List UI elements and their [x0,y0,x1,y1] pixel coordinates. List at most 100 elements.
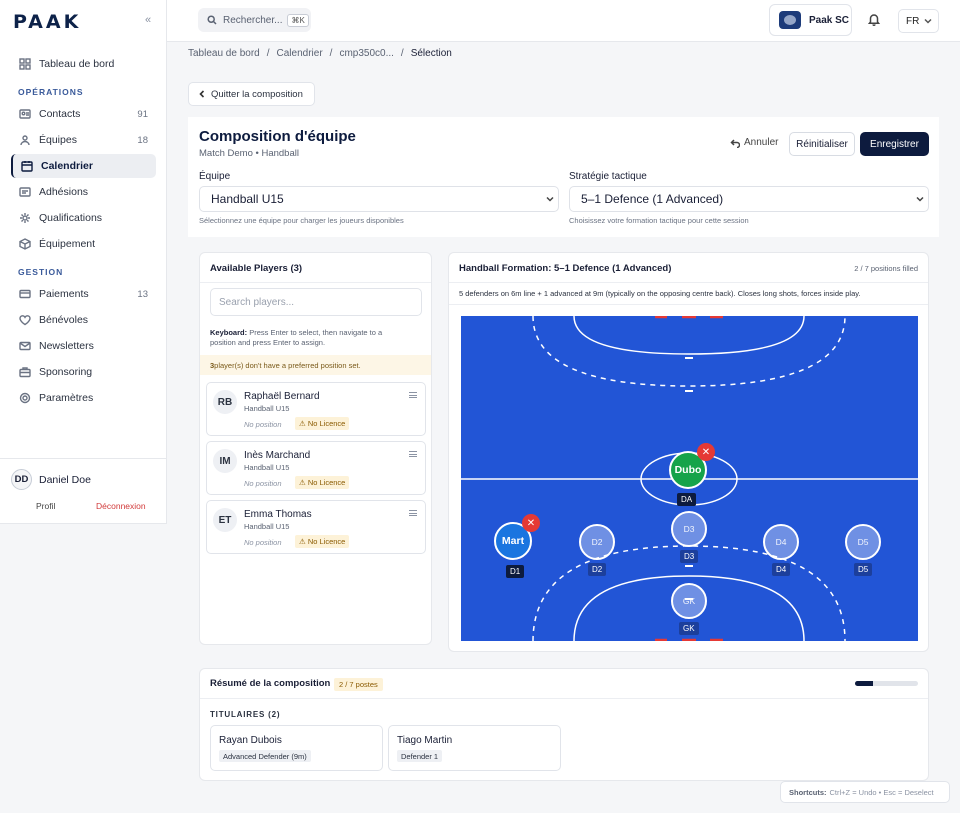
divider [449,304,928,305]
sidebar-item-sponsoring[interactable]: Sponsoring [11,360,156,384]
divider [449,282,928,283]
briefcase-icon [19,366,31,378]
sidebar-item-payments[interactable]: Paiements 13 [11,282,156,306]
position-d1[interactable]: Mart ✕ [494,514,540,560]
quit-label: Quitter la composition [211,88,303,100]
sidebar-item-settings[interactable]: Paramètres [11,386,156,410]
drag-handle-icon[interactable] [409,510,417,516]
sidebar-item-label: Tableau de bord [39,58,115,70]
sidebar-item-memberships[interactable]: Adhésions [11,180,156,204]
licence-text: No Licence [307,478,346,487]
sidebar-item-contacts[interactable]: Contacts 91 [11,102,156,126]
search-input[interactable]: Rechercher... ⌘K [198,8,311,32]
position-da[interactable]: Dubo ✕ [669,443,715,489]
settings-icon [19,392,31,404]
player-search-input[interactable]: Search players... [210,288,422,316]
undo-button[interactable]: Annuler [730,137,778,148]
sidebar-item-volunteers[interactable]: Bénévoles [11,308,156,332]
quit-composition-button[interactable]: Quitter la composition [188,82,315,106]
available-players-title: Available Players (3) [210,263,303,274]
breadcrumb-calendar[interactable]: Calendrier [277,48,323,59]
starter-card[interactable]: Tiago Martin Defender 1 [388,725,561,771]
sidebar-item-equipment[interactable]: Équipement [11,232,156,256]
player-name: Inès Marchand [244,450,311,461]
brand-logo[interactable]: PAAK [13,11,81,33]
position-label: D5 [857,537,869,547]
warning-icon: ⚠ [299,478,308,487]
undo-icon [730,138,740,148]
player-card[interactable]: RB Raphaël Bernard Handball U15 No posit… [206,382,426,436]
chevron-down-icon [546,196,554,202]
avatar[interactable]: DD [11,469,32,490]
breadcrumb: Tableau de bord / Calendrier / cmp350c0...… [188,48,452,59]
page-title: Composition d'équipe [199,128,356,145]
club-name: Paak SC [809,14,850,26]
starter-card[interactable]: Rayan Dubois Advanced Defender (9m) [210,725,383,771]
position-label: Mart [501,535,525,547]
player-card[interactable]: IM Inès Marchand Handball U15 No positio… [206,441,426,495]
sidebar-item-teams[interactable]: Équipes 18 [11,128,156,152]
sidebar-item-label: Qualifications [39,212,103,224]
divider [0,458,166,459]
sidebar-item-label: Newsletters [39,340,94,352]
strategy-select[interactable]: 5–1 Defence (1 Advanced) [569,186,929,212]
licence-text: No Licence [307,419,346,428]
sidebar-item-qualifications[interactable]: Qualifications [11,206,156,230]
remove-player-icon[interactable]: ✕ [697,443,715,461]
sidebar-item-newsletters[interactable]: Newsletters [11,334,156,358]
available-players-panel: Available Players (3) Search players... … [199,252,432,645]
player-card[interactable]: ET Emma Thomas Handball U15 No position … [206,500,426,554]
licence-badge: ⚠ No Licence [295,535,350,548]
user-name: Daniel Doe [39,474,91,486]
team-value: Handball U15 [211,192,284,206]
search-shortcut: ⌘K [287,13,309,27]
club-switcher[interactable]: Paak SC [769,4,852,36]
composition-summary: Résumé de la composition 2 / 7 postes TI… [199,668,929,781]
warning-icon: ⚠ [299,419,308,428]
count-badge: 18 [137,134,148,146]
position-d5[interactable]: D5 [845,524,881,560]
language-select[interactable]: FR [898,9,939,33]
sidebar-item-label: Équipement [39,238,96,250]
calendar-icon [21,160,33,172]
starter-role: Advanced Defender (9m) [219,750,311,762]
section-gestion: GESTION [18,267,64,277]
position-d4[interactable]: D4 [763,524,799,560]
collapse-sidebar-icon[interactable]: « [145,14,151,26]
breadcrumb-current: Sélection [410,48,452,59]
avatar: IM [213,449,237,473]
breadcrumb-dashboard[interactable]: Tableau de bord [188,48,260,59]
profile-link[interactable]: Profil [36,501,55,511]
warning-icon: ⚠ [299,537,308,546]
handball-court: Dubo ✕ DA Mart ✕ D1 D2 D2 D3 D3 D4 D4 D5… [461,316,918,641]
position-d2[interactable]: D2 [579,524,615,560]
sidebar-item-calendar[interactable]: Calendrier [11,154,156,178]
player-name: Emma Thomas [244,509,312,520]
bell-icon[interactable] [867,12,883,28]
heart-icon [19,314,31,326]
licence-badge: ⚠ No Licence [295,476,350,489]
drag-handle-icon[interactable] [409,451,417,457]
contacts-icon [19,108,31,120]
position-gk[interactable]: GK [671,583,707,619]
summary-title: Résumé de la composition [210,678,331,689]
position-label: D2 [591,537,603,547]
shortcuts-label: Shortcuts: [789,787,827,797]
formation-description: 5 defenders on 6m line + 1 advanced at 9… [459,289,861,298]
sidebar-item-dashboard[interactable]: Tableau de bord [11,52,156,76]
team-select[interactable]: Handball U15 [199,186,559,212]
sidebar-item-label: Adhésions [39,186,89,198]
drag-handle-icon[interactable] [409,392,417,398]
breadcrumb-event[interactable]: cmp350c0... [339,48,393,59]
logout-link[interactable]: Déconnexion [96,501,146,511]
sidebar-item-label: Paiements [39,288,89,300]
sidebar-item-label: Équipes [39,134,77,146]
save-button[interactable]: Enregistrer [860,132,929,156]
remove-player-icon[interactable]: ✕ [522,514,540,532]
avatar: ET [213,508,237,532]
position-d3[interactable]: D3 [671,511,707,547]
reset-button[interactable]: Réinitialiser [789,132,855,156]
position-tag: GK [679,622,699,635]
team-icon [19,134,31,146]
keyboard-hint: Keyboard: Press Enter to select, then na… [210,328,410,348]
